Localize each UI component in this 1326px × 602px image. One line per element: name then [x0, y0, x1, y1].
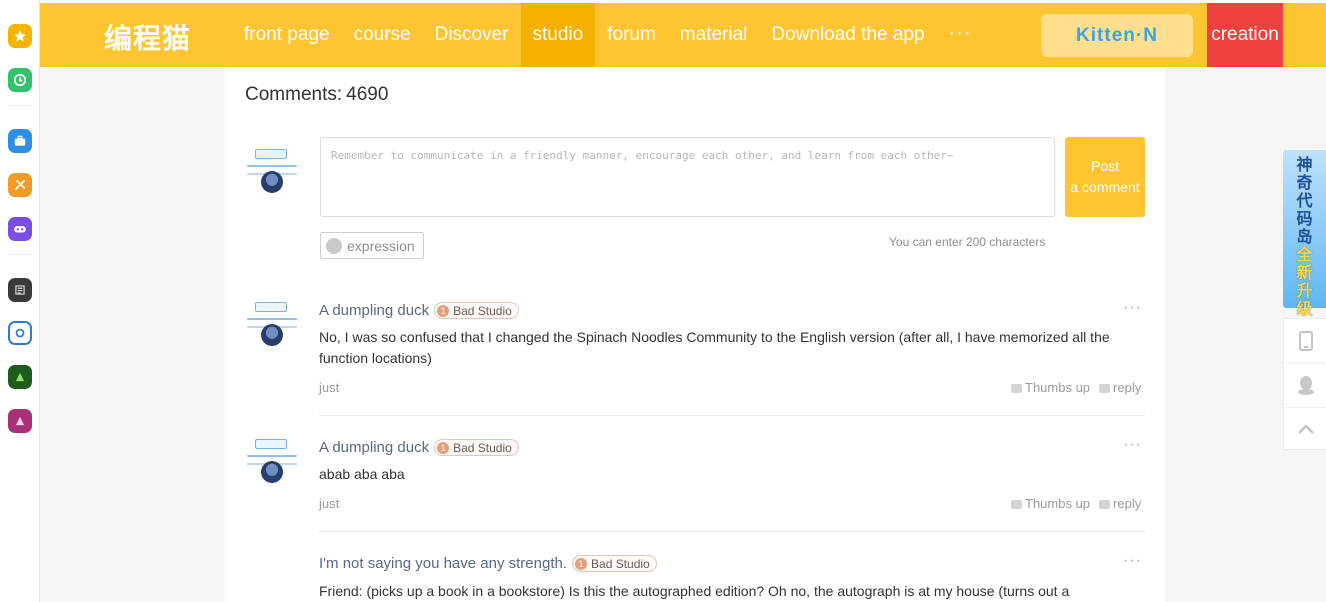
reply-button[interactable]: reply	[1099, 380, 1141, 395]
level-badge: 1	[437, 304, 450, 317]
comment-divider	[319, 415, 1145, 416]
creation-button[interactable]: creation	[1207, 3, 1283, 67]
comments-count-value: 4690	[346, 84, 389, 105]
nav-forum[interactable]: forum	[595, 3, 668, 67]
comments-count-label: Comments:	[245, 84, 343, 105]
mobile-icon[interactable]	[1284, 319, 1326, 362]
studio-badge[interactable]: 1 Bad Studio	[572, 555, 657, 572]
more-options-icon[interactable]: ···	[1123, 299, 1142, 317]
comment-input[interactable]	[321, 138, 1054, 216]
comment-time: just	[319, 496, 340, 511]
expression-label: expression	[347, 237, 415, 254]
post-button-label-line2: a comment	[1070, 179, 1140, 195]
post-button-label-line1: Post	[1090, 158, 1119, 174]
app-long-icon[interactable]	[8, 278, 32, 302]
clock-icon[interactable]	[8, 68, 32, 92]
comment-item: A dumpling duck 1 Bad Studio ··· No, I wa…	[225, 299, 1165, 416]
comment-text: No, I was so confused that I changed the…	[319, 329, 1110, 366]
reply-icon	[1099, 500, 1111, 509]
comment-author-row: I'm not saying you have any strength. 1B…	[319, 555, 657, 572]
level-badge: 1	[575, 557, 588, 570]
comment-divider	[319, 531, 1145, 532]
promo-char: 级	[1296, 299, 1313, 318]
kitten-n-label: Kitten·N	[1076, 24, 1158, 46]
nav-front-page[interactable]: front page	[232, 3, 342, 67]
nav-course[interactable]: course	[342, 3, 423, 67]
code-island-promo-banner[interactable]: 神 奇 代 码 岛 全 新 升 级	[1283, 150, 1326, 318]
gamepad-icon[interactable]	[8, 217, 32, 241]
floating-tools	[1283, 318, 1326, 450]
studio-name: Bad Studio	[591, 556, 650, 571]
reply-button[interactable]: reply	[1099, 496, 1141, 511]
comment-actions: Thumbs up reply	[1011, 496, 1141, 511]
briefcase-icon[interactable]	[8, 129, 32, 153]
app-pink-icon[interactable]	[8, 409, 32, 433]
reply-label: reply	[1113, 496, 1142, 511]
main-nav: front page course Discover studio forum …	[232, 3, 984, 67]
more-options-icon[interactable]: ···	[1123, 555, 1142, 570]
comment-text: abab aba aba	[319, 466, 405, 482]
reply-icon	[1099, 384, 1111, 393]
thumbs-up-button[interactable]: Thumbs up	[1011, 496, 1090, 511]
comments-panel: Comments:4690 Post a comment expression …	[225, 67, 1165, 602]
thumbs-up-icon	[1011, 384, 1022, 393]
comment-item: A dumpling duck 1 Bad Studio ··· abab aba…	[225, 436, 1165, 539]
comment-author-name[interactable]: A dumpling duck	[319, 302, 429, 319]
studio-badge[interactable]: 1 Bad Studio	[434, 302, 519, 319]
app-green-icon[interactable]	[8, 365, 32, 389]
nav-discover[interactable]: Discover	[423, 3, 521, 67]
expression-button[interactable]: expression	[320, 232, 424, 259]
nav-download-app[interactable]: Download the app	[759, 3, 936, 67]
level-badge: 1	[437, 441, 450, 454]
avatar[interactable]	[245, 439, 299, 483]
nav-material[interactable]: material	[668, 3, 760, 67]
qq-icon[interactable]	[1284, 363, 1326, 406]
comment-time: just	[319, 380, 340, 395]
reply-label: reply	[1113, 380, 1142, 395]
back-to-top-icon[interactable]	[1284, 407, 1326, 450]
promo-char: 神	[1296, 155, 1313, 174]
tools-icon[interactable]	[8, 173, 32, 197]
character-limit-hint: You can enter 200 characters	[889, 235, 1046, 249]
comment-author-row: A dumpling duck 1 Bad Studio	[319, 302, 519, 319]
avatar[interactable]	[245, 149, 299, 193]
thumbs-up-label: Thumbs up	[1025, 380, 1091, 395]
thumbs-up-icon	[1011, 500, 1022, 509]
post-comment-button[interactable]: Post a comment	[1065, 137, 1145, 217]
comment-item: I'm not saying you have any strength. 1B…	[225, 555, 1165, 602]
app-rail	[0, 0, 40, 602]
avatar[interactable]	[245, 302, 299, 346]
promo-char: 升	[1296, 281, 1313, 300]
comment-actions: Thumbs up reply	[1011, 380, 1141, 395]
comments-count: Comments: 4690	[245, 84, 388, 106]
comment-text: Friend: (picks up a book in a bookstore)…	[319, 583, 1070, 599]
studio-badge[interactable]: 1 Bad Studio	[434, 439, 519, 456]
star-icon[interactable]	[8, 24, 32, 48]
site-logo[interactable]: 编程猫	[104, 17, 191, 57]
promo-char: 奇	[1296, 173, 1313, 192]
thumbs-up-label: Thumbs up	[1025, 496, 1091, 511]
promo-char: 代	[1296, 191, 1313, 210]
rail-divider	[8, 254, 32, 255]
comment-author-row: A dumpling duck 1 Bad Studio	[319, 439, 519, 456]
comment-author-name[interactable]: I'm not saying you have any strength.	[319, 555, 567, 572]
app-ring-icon[interactable]	[8, 321, 32, 345]
cat-face-icon	[326, 237, 342, 254]
rail-divider	[8, 105, 32, 106]
nav-studio[interactable]: studio	[520, 3, 596, 67]
comment-editor	[320, 137, 1055, 217]
kitten-n-banner[interactable]: Kitten·N	[1041, 14, 1193, 57]
top-nav-bar: 编程猫 front page course Discover studio fo…	[40, 0, 1326, 67]
comment-author-name[interactable]: A dumpling duck	[319, 439, 429, 456]
promo-char: 码	[1296, 209, 1313, 228]
promo-char: 全	[1296, 245, 1313, 264]
studio-name: Bad Studio	[453, 303, 512, 318]
promo-char: 岛	[1296, 227, 1313, 246]
promo-char: 新	[1296, 263, 1313, 282]
studio-name: Bad Studio	[453, 440, 512, 455]
thumbs-up-button[interactable]: Thumbs up	[1011, 380, 1090, 395]
more-options-icon[interactable]: ···	[1123, 436, 1142, 454]
nav-more-icon[interactable]: ···	[937, 3, 984, 67]
